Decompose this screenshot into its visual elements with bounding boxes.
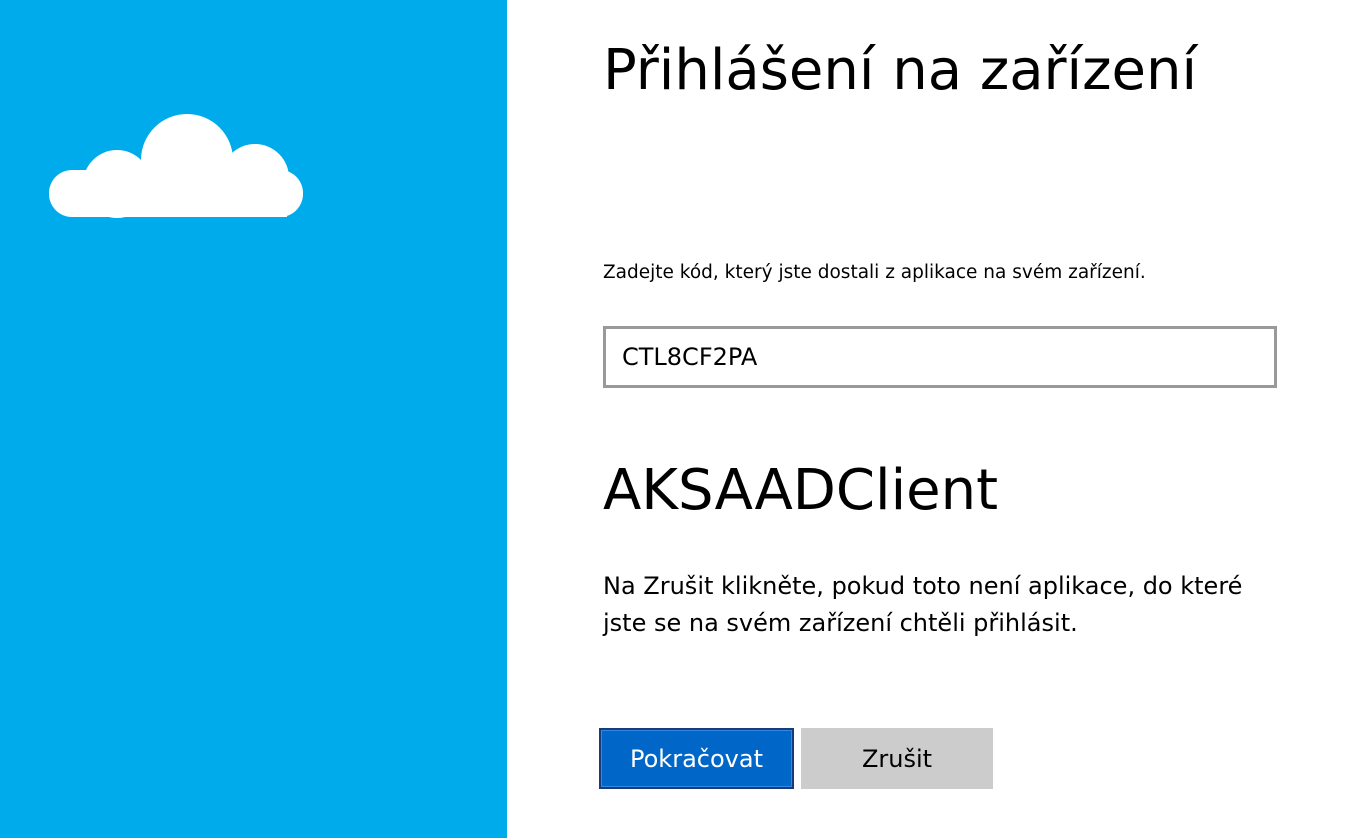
- device-code-input[interactable]: [603, 326, 1277, 388]
- brand-panel: [0, 0, 507, 838]
- sign-in-panel: Přihlášení na zařízení Zadejte kód, kter…: [507, 0, 1368, 838]
- cancel-description: Na Zrušit klikněte, pokud toto není apli…: [603, 572, 1243, 637]
- page-title: Přihlášení na zařízení: [603, 38, 1198, 103]
- cloud-icon: [49, 114, 303, 218]
- code-instruction: Zadejte kód, který jste dostali z aplika…: [603, 262, 1146, 283]
- continue-button[interactable]: Pokračovat: [599, 728, 794, 789]
- cancel-button[interactable]: Zrušit: [801, 728, 993, 789]
- app-name: AKSAADClient: [603, 458, 999, 523]
